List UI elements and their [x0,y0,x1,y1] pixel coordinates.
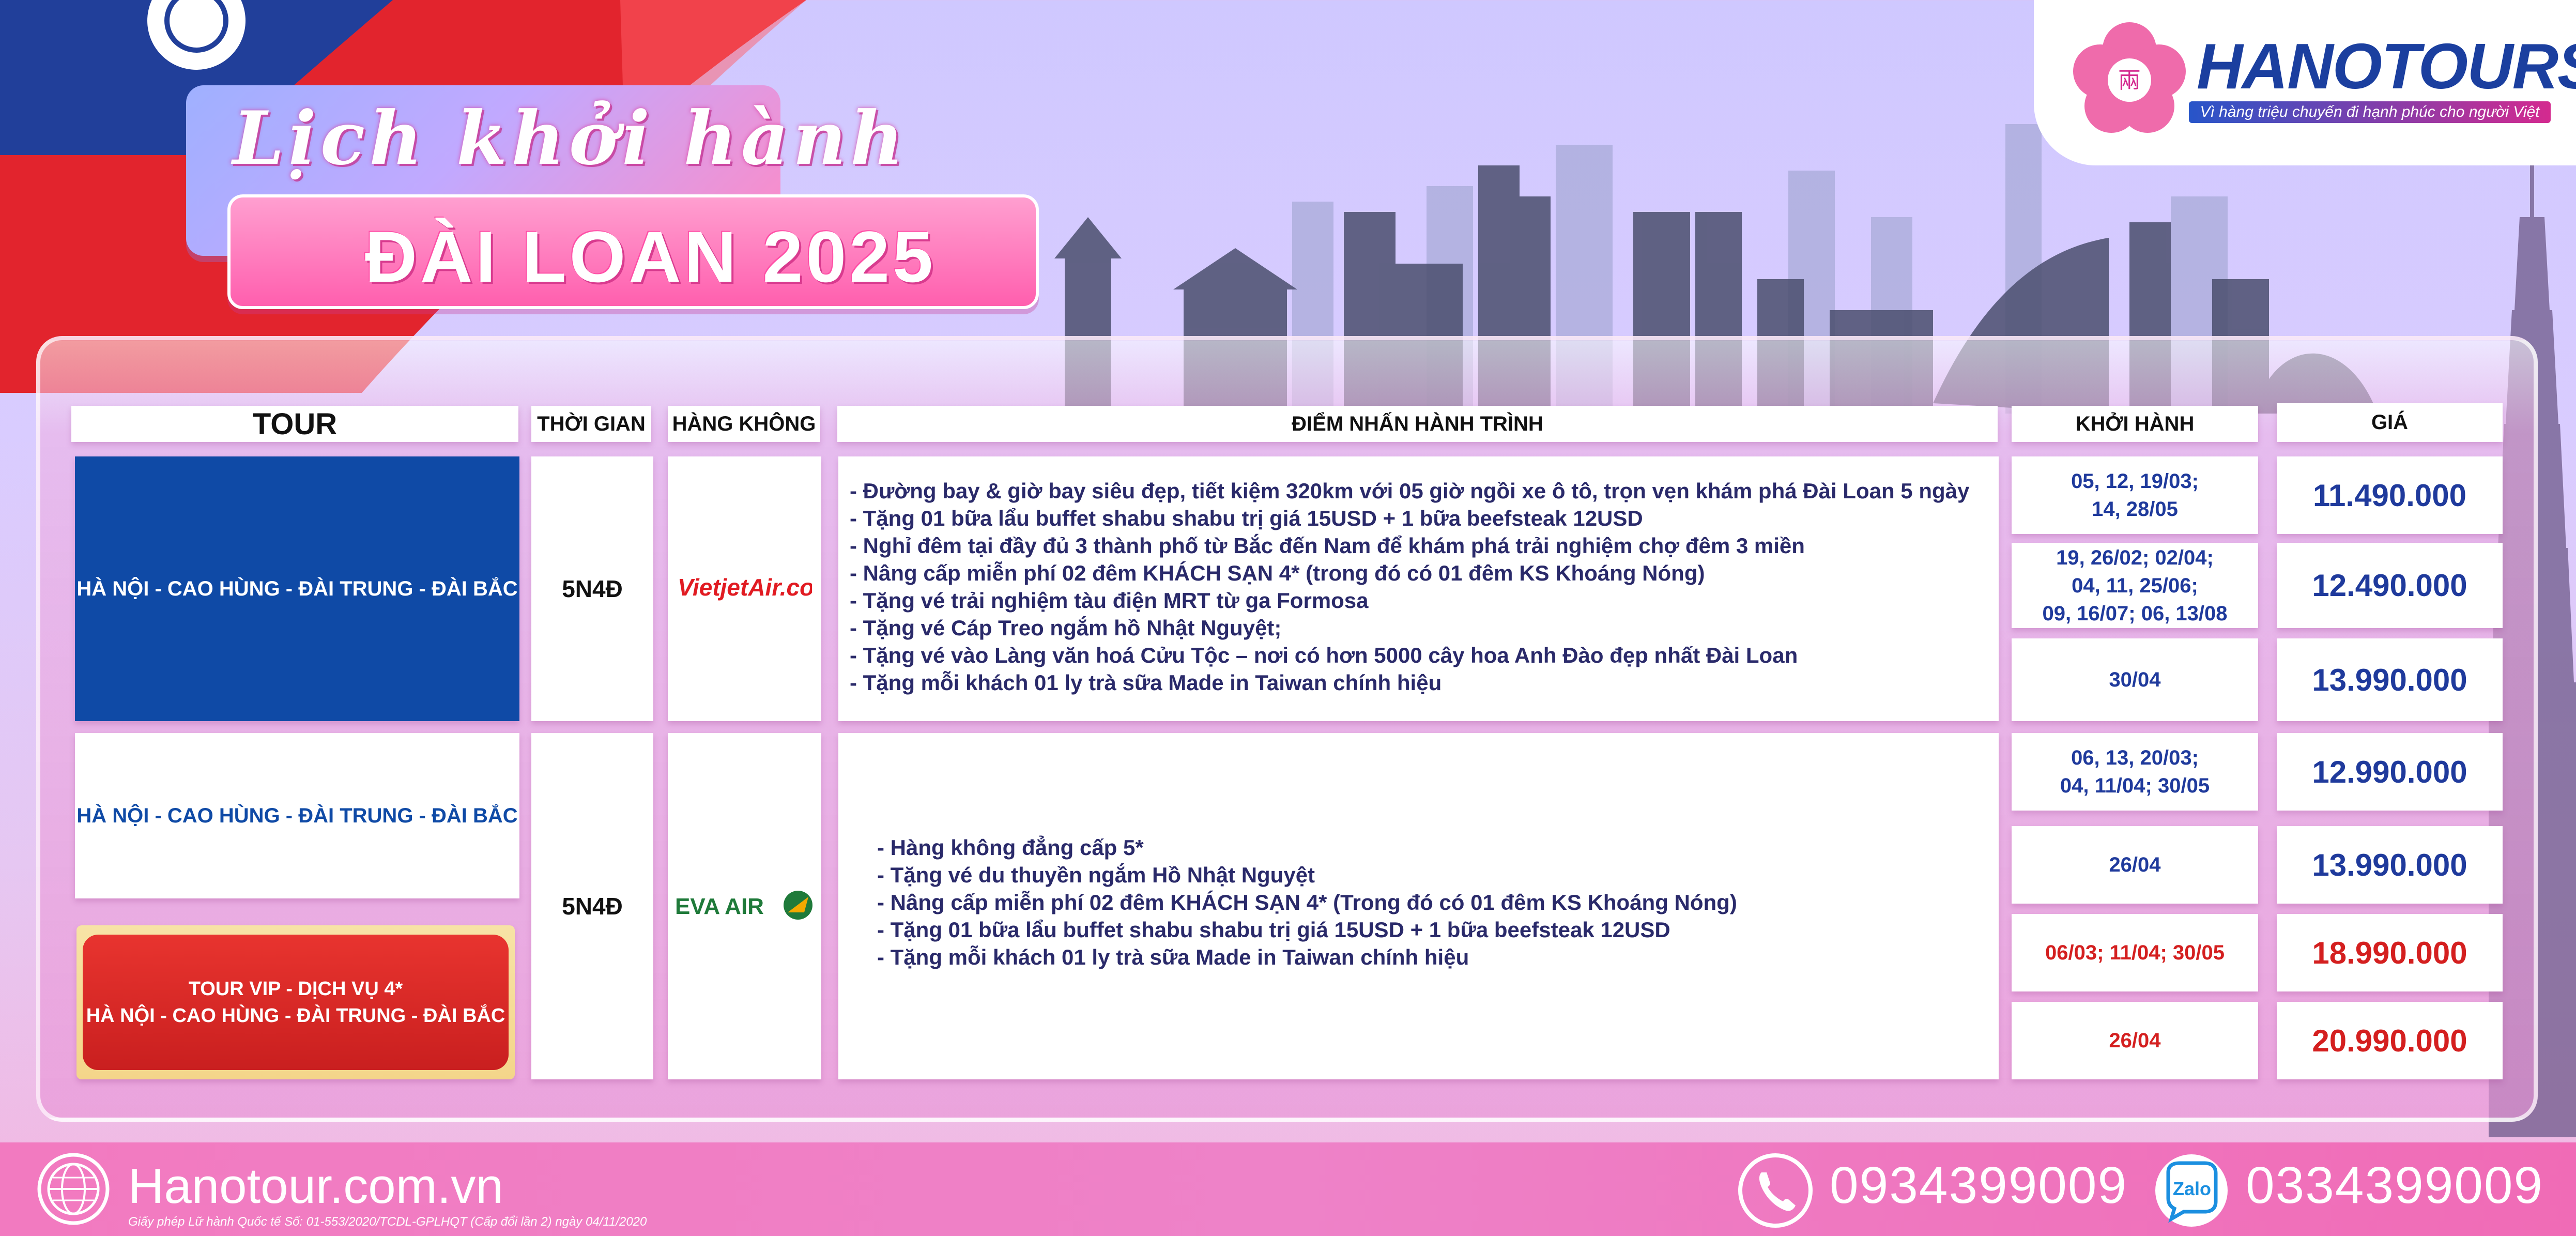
departure-date-line: 04, 11/04; 30/05 [2060,774,2210,797]
departure-date-line: 05, 12, 19/03; [2071,470,2199,493]
svg-text:兩: 兩 [2118,67,2141,94]
zalo-phone-number[interactable]: 0334399009 [2246,1156,2543,1215]
departure-cell: 05, 12, 19/03; 14, 28/05 [2012,456,2258,534]
price-cell[interactable]: 12.990.000 [2277,733,2503,811]
brand-name: HANOTOURS [2197,31,2576,102]
departure-cell: 26/04 [2012,826,2258,904]
globe-icon [37,1153,110,1225]
price-cell[interactable]: 18.990.000 [2277,914,2503,991]
duration-cell: 5N4Đ [531,456,653,721]
price-cell[interactable]: 11.490.000 [2277,456,2503,534]
tour-name: HÀ NỘI - CAO HÙNG - ĐÀI TRUNG - ĐÀI BẮC [76,804,518,827]
eva-air-logo-icon: EVA AIR [675,891,812,920]
license-text: Giấy phép Lữ hành Quốc tế Số: 01-553/202… [128,1215,647,1229]
departure-dates: 06, 13, 20/03; 04, 11/04; 30/05 [2060,744,2210,800]
highlight-item: - Tặng vé vào Làng văn hoá Cửu Tộc – nơi… [850,643,1798,667]
departure-cell: 06, 13, 20/03; 04, 11/04; 30/05 [2012,733,2258,811]
price-value: 20.990.000 [2312,1023,2467,1058]
vip-tour-badge: TOUR VIP - DỊCH VỤ 4* HÀ NỘI - CAO HÙNG … [83,935,509,1070]
header-price: GIÁ [2277,403,2503,442]
header-duration: THỜI GIAN [531,406,651,442]
airline-name: VietjetAir.com [678,574,812,601]
price-value: 18.990.000 [2312,935,2467,970]
departure-date-line: 06, 13, 20/03; [2071,746,2199,769]
departure-date-line: 26/04 [2109,853,2161,876]
vietjet-logo-icon: VietjetAir.com [678,574,812,601]
phone-number[interactable]: 0934399009 [1830,1156,2127,1215]
price-cell[interactable]: 13.990.000 [2277,826,2503,904]
highlight-item: - Tặng 01 bữa lẩu buffet shabu shabu trị… [850,506,1643,530]
airline-cell: VietjetAir.com [668,456,821,721]
phone-icon[interactable] [1737,1152,1814,1229]
title-line2: ĐÀI LOAN 2025 [365,216,936,297]
price-cell[interactable]: 12.490.000 [2277,543,2503,628]
departure-cell: 06/03; 11/04; 30/05 [2012,914,2258,991]
brand-tagline: Vì hàng triệu chuyến đi hạnh phúc cho ng… [2189,101,2551,123]
highlight-item: - Tặng vé Cáp Treo ngắm hồ Nhật Nguyệt; [850,616,1282,640]
title-banner-destination: ĐÀI LOAN 2025 [227,194,1039,309]
highlight-item: - Đường bay & giờ bay siêu đẹp, tiết kiệ… [850,479,1970,503]
title-line1: Lịch khởi hành [233,96,908,181]
departure-date-line: 06/03; 11/04; 30/05 [2045,941,2225,964]
duration-text: 5N4Đ [562,893,623,920]
vip-tour-label: TOUR VIP - DỊCH VỤ 4* [188,978,403,1000]
highlight-item: - Nâng cấp miễn phí 02 đêm KHÁCH SẠN 4* … [877,890,1737,914]
highlight-item: - Nâng cấp miễn phí 02 đêm KHÁCH SẠN 4* … [850,561,1705,585]
vip-tour-route: HÀ NỘI - CAO HÙNG - ĐÀI TRUNG - ĐÀI BẮC [86,1005,505,1027]
departure-dates: 30/04 [2109,666,2160,694]
airline-cell: EVA AIR [668,733,821,1079]
departure-date-line: 26/04 [2109,1029,2161,1052]
duration-text: 5N4Đ [562,575,623,602]
header-highlights: ĐIỂM NHẤN HÀNH TRÌNH [837,406,1998,442]
price-cell[interactable]: 20.990.000 [2277,1002,2503,1079]
price-value: 12.990.000 [2312,754,2467,789]
departure-dates: 19, 26/02; 02/04; 04, 11, 25/06; 09, 16/07… [2042,544,2227,628]
website-link[interactable]: Hanotour.com.vn [128,1158,503,1215]
departure-dates: 26/04 [2109,1027,2160,1055]
highlight-item: - Tặng vé trải nghiệm tàu điện MRT từ ga… [850,588,1369,613]
departure-cell: 26/04 [2012,1002,2258,1079]
departure-date-line: 09, 16/07; 06, 13/08 [2042,602,2228,625]
zalo-icon[interactable]: Zalo [2153,1152,2230,1229]
departure-date-line: 19, 26/02; 02/04; [2056,546,2214,569]
highlight-item: - Tặng vé du thuyền ngắm Hồ Nhật Nguyệt [877,863,1315,887]
highlight-item: - Nghỉ đêm tại đầy đủ 3 thành phố từ Bắc… [850,533,1805,558]
departure-date-line: 30/04 [2109,668,2161,691]
airline-name: EVA AIR [675,894,764,919]
duration-cell: 5N4Đ [531,733,653,1079]
departure-date-line: 14, 28/05 [2092,498,2178,521]
highlights-cell: - Hàng không đẳng cấp 5* - Tặng vé du thu… [838,733,1999,1079]
highlight-item: - Tặng mỗi khách 01 ly trà sữa Made in T… [850,670,1442,695]
brand-logo[interactable]: 兩 HANOTOURS Vì hàng triệu chuyến đi hạnh… [2034,0,2576,165]
departure-dates: 06/03; 11/04; 30/05 [2045,939,2225,967]
header-tour: TOUR [71,406,518,442]
departure-cell: 19, 26/02; 02/04; 04, 11, 25/06; 09, 16/07… [2012,543,2258,628]
tour-name-cell[interactable]: HÀ NỘI - CAO HÙNG - ĐÀI TRUNG - ĐÀI BẮC [75,733,519,898]
tour-name-cell[interactable]: HÀ NỘI - CAO HÙNG - ĐÀI TRUNG - ĐÀI BẮC [75,456,519,721]
highlight-item: - Tặng 01 bữa lẩu buffet shabu shabu trị… [877,918,1670,942]
price-value: 13.990.000 [2312,662,2467,697]
highlight-item: - Hàng không đẳng cấp 5* [877,835,1144,860]
zalo-label: Zalo [2173,1178,2211,1199]
highlights-list: - Hàng không đẳng cấp 5* - Tặng vé du thu… [877,834,1737,971]
header-departure: KHỞI HÀNH [2012,406,2258,442]
departure-date-line: 04, 11, 25/06; [2072,574,2198,597]
highlights-cell: - Đường bay & giờ bay siêu đẹp, tiết kiệ… [838,456,1999,721]
footer-bar: Hanotour.com.vn Giấy phép Lữ hành Quốc t… [0,1142,2576,1236]
tour-name: HÀ NỘI - CAO HÙNG - ĐÀI TRUNG - ĐÀI BẮC [76,577,518,600]
price-cell[interactable]: 13.990.000 [2277,638,2503,721]
vip-tour-cell[interactable]: TOUR VIP - DỊCH VỤ 4* HÀ NỘI - CAO HÙNG … [76,925,515,1079]
departure-cell: 30/04 [2012,638,2258,721]
price-value: 11.490.000 [2313,478,2466,513]
plum-blossom-logo-icon: 兩 [2073,22,2186,133]
header-airline: HÀNG KHÔNG [668,406,820,442]
highlights-list: - Đường bay & giờ bay siêu đẹp, tiết kiệ… [850,477,1969,696]
price-value: 12.490.000 [2312,568,2467,603]
highlight-item: - Tặng mỗi khách 01 ly trà sữa Made in T… [877,945,1469,969]
price-value: 13.990.000 [2312,847,2467,882]
departure-dates: 26/04 [2109,851,2160,879]
departure-dates: 05, 12, 19/03; 14, 28/05 [2071,467,2199,523]
